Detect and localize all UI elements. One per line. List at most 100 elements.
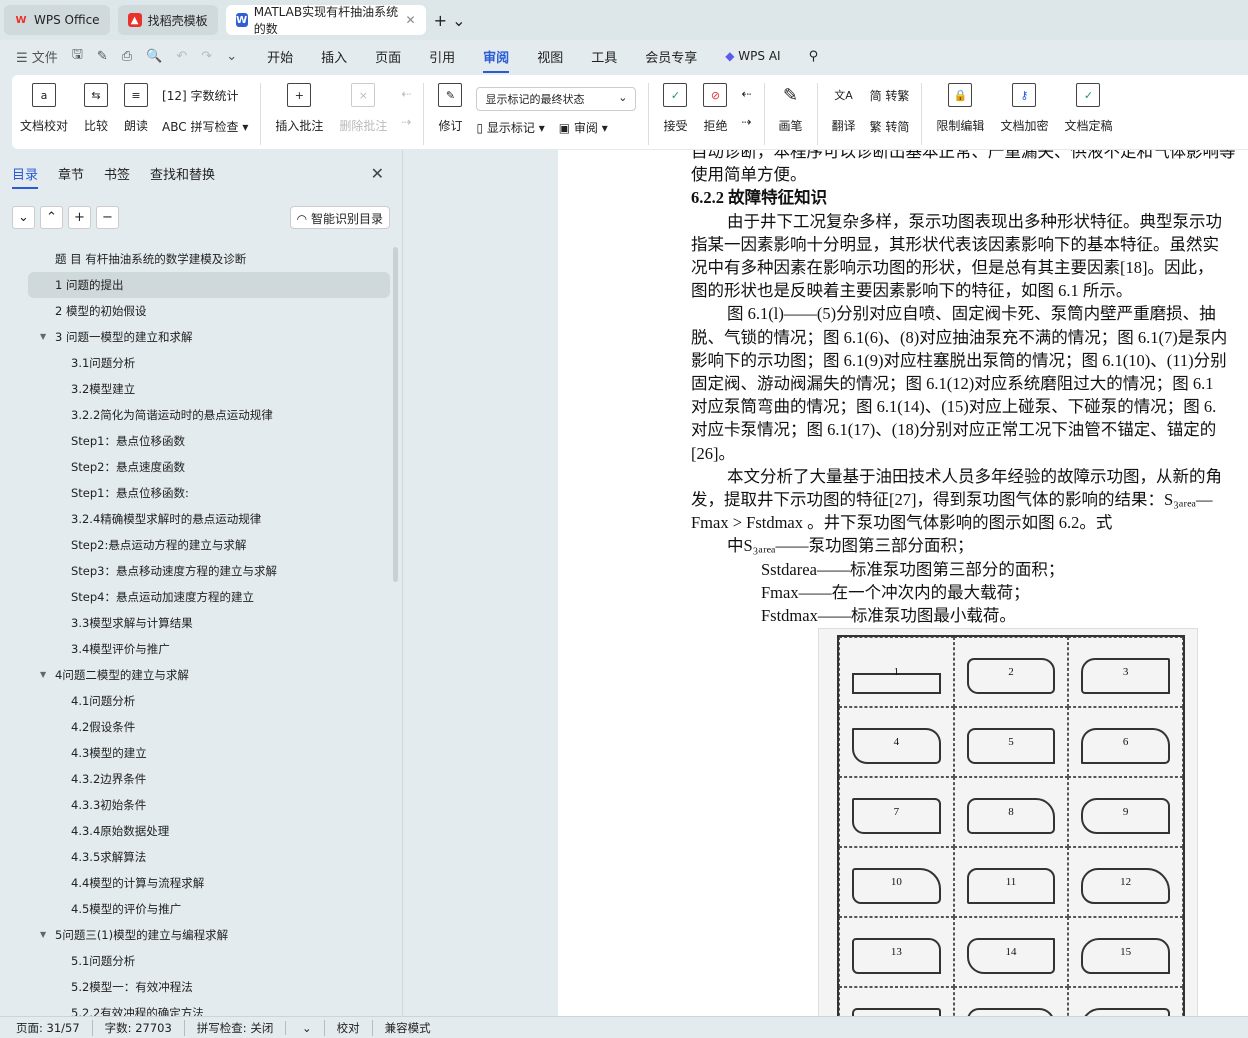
menu-tab[interactable]: 插入 [321,47,347,66]
more-chevron-icon[interactable]: ⌄ [226,49,237,64]
tab-word[interactable]: W MATLAB实现有杆抽油系统的数 ✕ [225,5,426,36]
new-tab-plus-icon[interactable]: + ⌄ [434,11,466,30]
comment-add-icon: + [287,83,312,107]
format-painter-icon[interactable]: ✎ [97,49,108,64]
print-preview-icon[interactable]: 🔍 [146,49,162,64]
toc-scrollbar[interactable] [393,247,398,582]
undo-icon[interactable]: ↶ [176,49,187,64]
menu-tab[interactable]: 工具 [591,47,617,66]
prev-change-icon[interactable]: ⇠ [741,87,751,101]
toc-item[interactable]: 3.4模型评价与推广 [28,636,390,662]
restrict-editing-button[interactable]: 🔒 限制编辑 [936,83,984,134]
toc-item[interactable]: 4.3.3初始条件 [28,792,390,818]
doc-line: 使用简单方便。 [691,165,807,185]
toc-item[interactable]: 2 模型的初始假设 [28,298,390,324]
toc-item[interactable]: 5.1问题分析 [28,948,390,974]
toc-item[interactable]: 4.3.4原始数据处理 [28,818,390,844]
figure-cell-number: 3 [1122,666,1129,678]
toc-item[interactable]: 题 目 有杆抽油系统的数学建模及诊断 [28,246,390,272]
toc-item[interactable]: Step1：悬点位移函数 [28,428,390,454]
pen-button[interactable]: ✎ 画笔 [779,83,803,134]
spell-check-button[interactable]: ABC 拼写检查 ▾ [162,118,248,135]
reject-button[interactable]: ⊘ 拒绝 [703,83,727,134]
delete-comment-button[interactable]: × 删除批注 [339,83,387,134]
encrypt-label: 文档加密 [1000,119,1049,133]
menu-tab[interactable]: 页面 [375,47,401,66]
to-simplified-button[interactable]: 繁 转简 [870,118,910,135]
minus-icon[interactable]: − [96,206,119,229]
toc-item-label: Step1：悬点位移函数 [71,434,185,448]
proof-button[interactable]: a 文档校对 [20,83,68,134]
encrypt-button[interactable]: ⚷ 文档加密 [1000,83,1048,134]
expand-triangle-icon[interactable]: ▼ [40,662,46,688]
search-icon[interactable]: ⚲ [809,49,819,64]
redo-icon[interactable]: ↷ [201,49,212,64]
toc-item[interactable]: 4.1问题分析 [28,688,390,714]
translate-button[interactable]: 文A 翻译 [832,83,856,134]
file-menu[interactable]: ☰ 文件 [16,47,58,66]
panel-tab[interactable]: 目录 [12,164,39,189]
page-indicator[interactable]: 页面: 31/57 [16,1019,93,1036]
review-pane-button[interactable]: ▣ 审阅 ▾ [559,119,608,136]
toc-item[interactable]: 1 问题的提出 [28,272,390,298]
toc-item[interactable]: 3.2.4精确模型求解时的悬点运动规律 [28,506,390,532]
toc-item[interactable]: 3.2模型建立 [28,376,390,402]
track-changes-button[interactable]: ✎ 修订 [438,83,462,134]
toc-item[interactable]: 4.3模型的建立 [28,740,390,766]
panel-tab[interactable]: 查找和替换 [150,164,215,189]
toc-item[interactable]: ▼ 3 问题一模型的建立和求解 [28,324,390,350]
close-icon[interactable]: ✕ [371,164,384,183]
wps-ai-button[interactable]: ◆ WPS AI [725,49,780,63]
accept-button[interactable]: ✓ 接受 [663,83,687,134]
compare-button[interactable]: ⇆ 比较 [84,83,108,134]
toc-item[interactable]: 4.2假设条件 [28,714,390,740]
insert-comment-button[interactable]: + 插入批注 [275,83,323,134]
close-icon[interactable]: ✕ [406,13,416,27]
toc-item[interactable]: Step4：悬点运动加速度方程的建立 [28,584,390,610]
save-icon[interactable]: 🖫 [72,45,83,67]
toc-item[interactable]: Step2:悬点运动方程的建立与求解 [28,532,390,558]
toc-item[interactable]: Step3：悬点移动速度方程的建立与求解 [28,558,390,584]
panel-tab[interactable]: 章节 [58,164,84,189]
toc-item[interactable]: 3.1问题分析 [28,350,390,376]
finalize-button[interactable]: ✓ 文档定稿 [1064,83,1112,134]
print-icon[interactable]: ⎙ [122,49,132,64]
toc-item[interactable]: ▼ 4问题二模型的建立与求解 [28,662,390,688]
markup-display-select[interactable]: 显示标记的最终状态 ⌄ [476,87,637,111]
toc-item[interactable]: 4.4模型的计算与流程求解 [28,870,390,896]
expand-triangle-icon[interactable]: ▼ [40,922,46,948]
to-traditional-button[interactable]: 简 转繁 [870,87,910,104]
toc-item[interactable]: Step2：悬点速度函数 [28,454,390,480]
panel-tab[interactable]: 书签 [104,164,130,189]
toc-item[interactable]: 3.3模型求解与计算结果 [28,610,390,636]
toc-item[interactable]: 4.3.5求解算法 [28,844,390,870]
proof-status[interactable]: 校对 [337,1019,373,1036]
menu-tab[interactable]: 视图 [537,47,563,66]
menu-tab[interactable]: 审阅 [483,47,510,73]
toc-item[interactable]: 3.2.2简化为简谐运动时的悬点运动规律 [28,402,390,428]
collapse-chevron-down-icon[interactable]: ⌄ [12,206,35,229]
toc-item[interactable]: ▼ 5问题三(1)模型的建立与编程求解 [28,922,390,948]
plus-icon[interactable]: + [68,206,91,229]
toc-item[interactable]: Step1：悬点位移函数: [28,480,390,506]
expand-triangle-icon[interactable]: ▼ [40,324,46,350]
toc-item[interactable]: 4.5模型的评价与推广 [28,896,390,922]
expand-chevron-up-icon[interactable]: ⌃ [40,206,63,229]
show-markup-button[interactable]: ▯ 显示标记 ▾ [476,119,544,136]
word-count[interactable]: 字数: 27703 [105,1019,185,1036]
toc-item[interactable]: 5.2模型一：有效冲程法 [28,974,390,1000]
toc-item[interactable]: 4.3.2边界条件 [28,766,390,792]
spell-check-status[interactable]: 拼写检查: 关闭 ⌄ [196,1019,325,1036]
next-change-icon[interactable]: ⇢ [741,115,751,129]
menu-tab[interactable]: 开始 [267,47,293,66]
next-comment-icon[interactable]: ⇢ [401,115,411,129]
word-count-button[interactable]: [12] 字数统计 [162,87,248,104]
tab-docer[interactable]: ▲ 找稻壳模板 [117,5,218,35]
smart-toc-button[interactable]: ◠ 智能识别目录 [289,206,390,229]
menu-tab[interactable]: 引用 [429,47,455,66]
tab-wps[interactable]: W WPS Office [4,5,110,35]
prev-comment-icon[interactable]: ⇠ [401,87,411,101]
toc-item-label: 3.2.4精确模型求解时的悬点运动规律 [71,512,262,526]
menu-tab[interactable]: 会员专享 [645,47,697,66]
read-aloud-button[interactable]: ≡ 朗读 [124,83,148,134]
